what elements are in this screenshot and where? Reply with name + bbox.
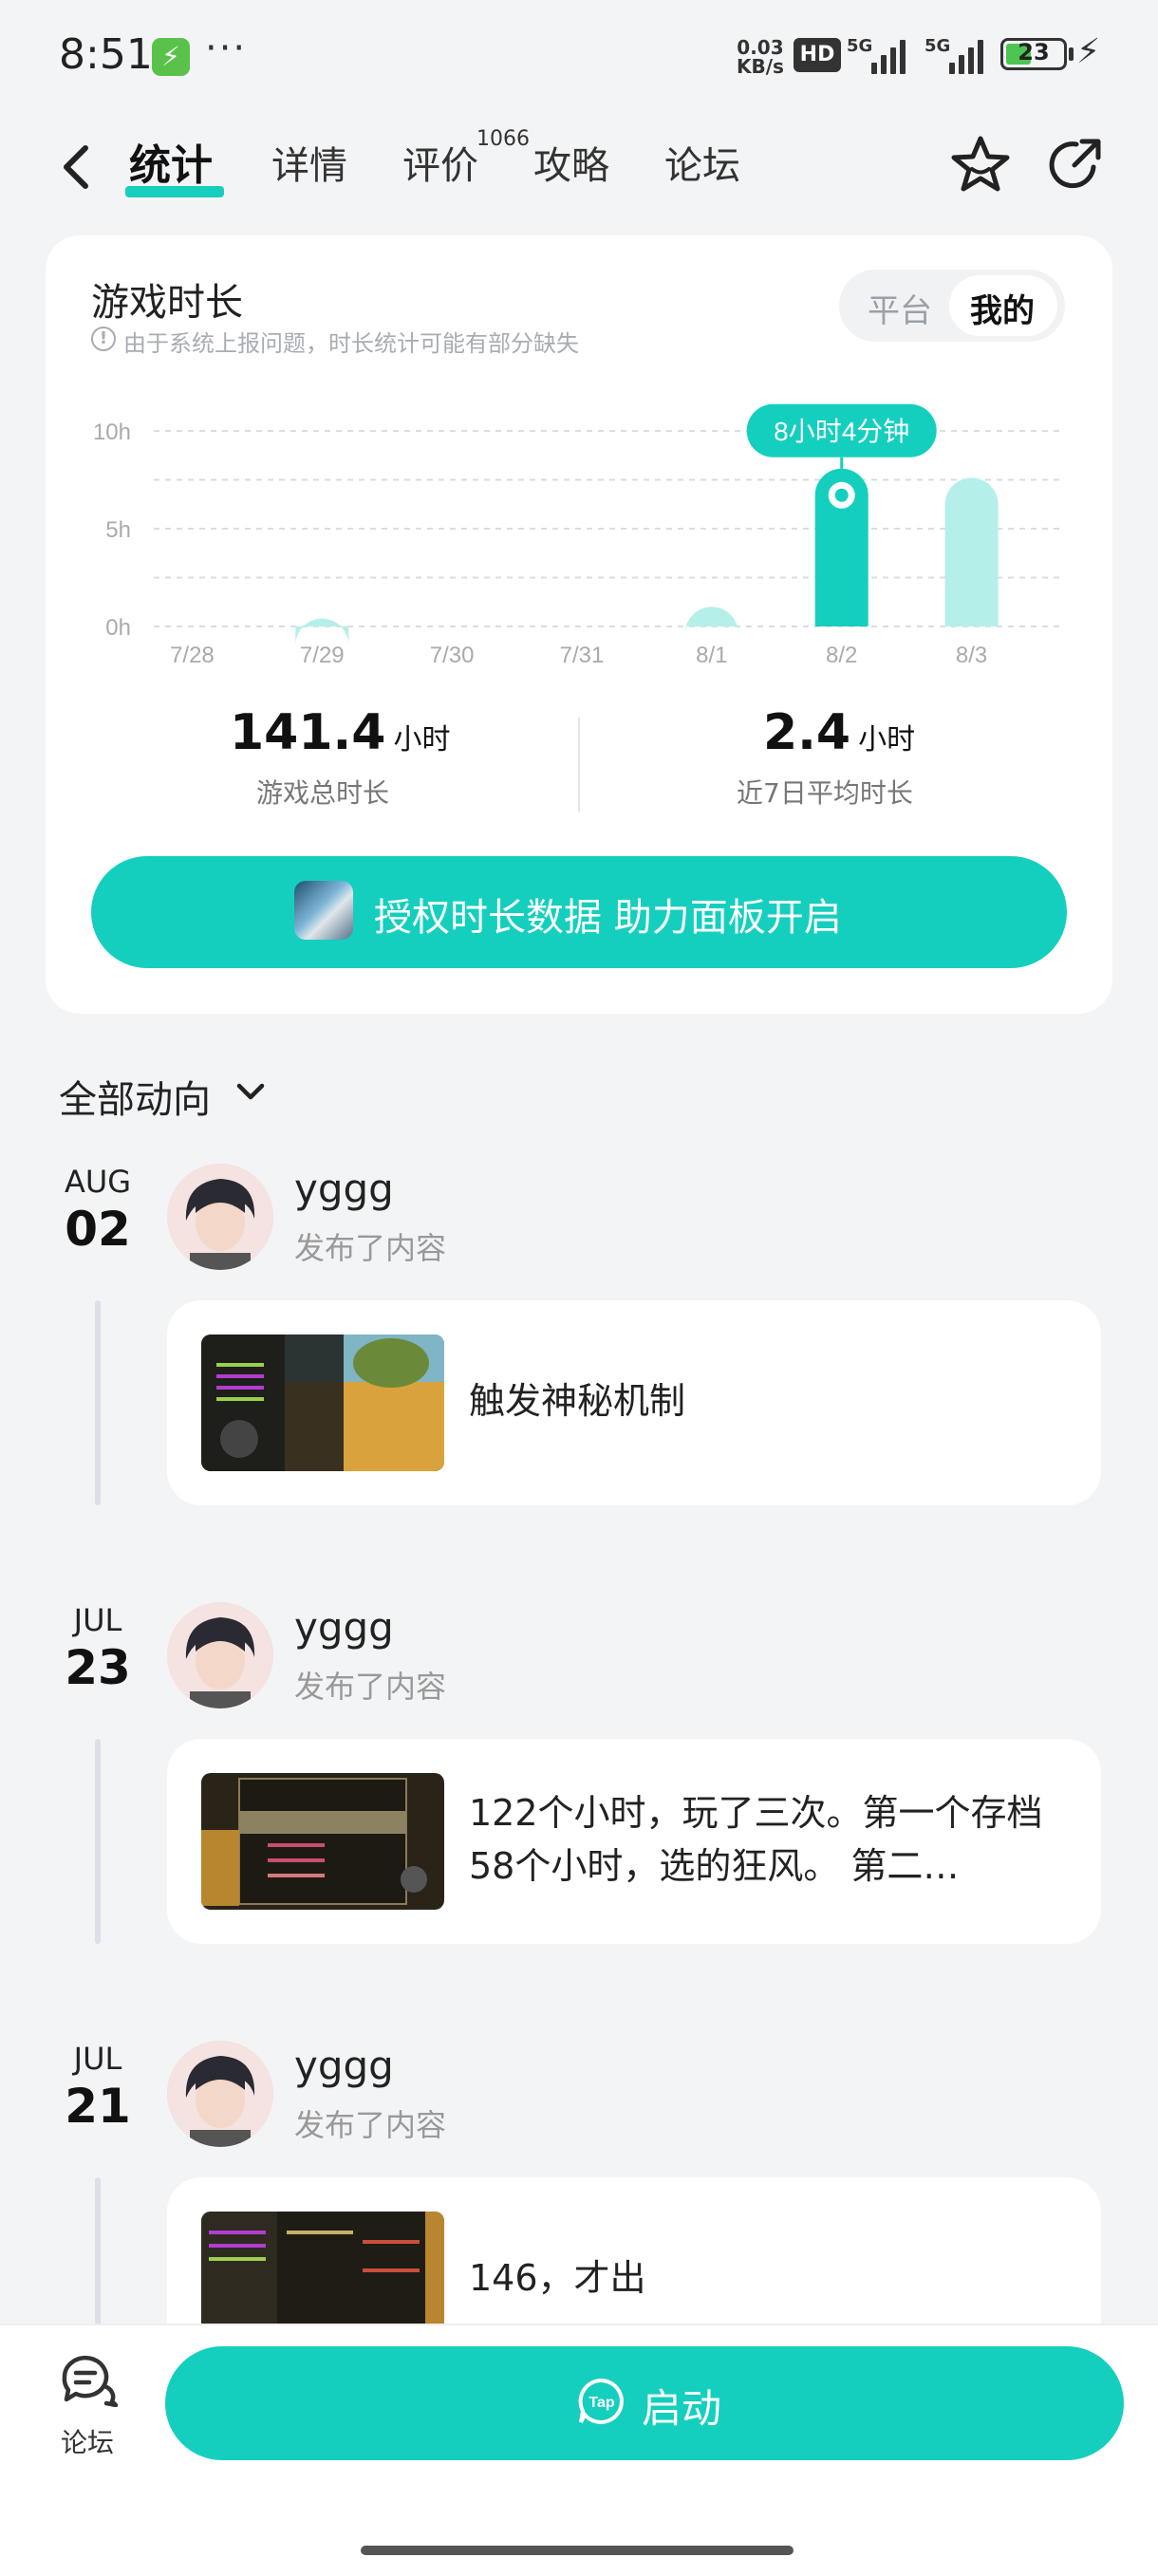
x-tick-label: 7/29 [300, 643, 345, 668]
signal-icon: 5G [847, 36, 907, 74]
timeline-line [95, 1739, 101, 1944]
total-playtime: 141.4 小时 [230, 704, 450, 761]
game-icon [294, 881, 353, 940]
avatar[interactable] [167, 1164, 273, 1270]
action-text: 发布了内容 [294, 1669, 447, 1705]
authorize-button-label: 授权时长数据 助力面板开启 [374, 896, 842, 940]
signal-label-2: 5G [925, 36, 951, 56]
timeline-line [95, 2177, 101, 2329]
playtime-note: 由于系统上报问题，时长统计可能有部分缺失 [123, 330, 579, 357]
battery-level: 23 [1018, 39, 1050, 65]
post-thumbnail [201, 1773, 444, 1910]
timeline-line [95, 1300, 101, 1505]
home-indicator[interactable] [361, 2546, 794, 2555]
forum-icon[interactable] [57, 2352, 120, 2408]
avatar[interactable] [167, 1602, 273, 1708]
favorite-star-icon[interactable] [949, 133, 1012, 196]
hd-icon: HD [794, 38, 841, 72]
segment-mine[interactable]: 我的 [970, 285, 1035, 331]
post-thumbnail [201, 1335, 444, 1471]
x-tick-label: 8/3 [956, 643, 987, 668]
tab-guides[interactable]: 攻略 [533, 138, 609, 195]
tooltip-text: 8小时4分钟 [774, 417, 909, 446]
bar-marker-dot [834, 488, 849, 502]
playtime-title: 游戏时长 [91, 281, 243, 325]
chart-bar [684, 607, 738, 634]
entry-day: 23 [65, 1640, 131, 1695]
battery-tip [1069, 47, 1074, 61]
post-text: 触发神秘机制 [469, 1380, 686, 1422]
back-icon[interactable] [57, 140, 95, 203]
tab-reviews[interactable]: 评价 [402, 138, 478, 195]
stats-divider [578, 718, 580, 812]
net-speed-unit: KB/s [737, 55, 784, 78]
avg-playtime: 2.4 小时 [763, 704, 915, 761]
y-tick-label: 0h [105, 615, 131, 641]
x-tick-label: 8/1 [696, 643, 727, 668]
net-speed-value: 0.03 [737, 36, 784, 59]
y-tick-label: 5h [105, 517, 131, 543]
action-text: 发布了内容 [294, 1230, 447, 1266]
x-tick-label: 7/31 [560, 643, 605, 668]
signal-label: 5G [847, 36, 873, 56]
avg-playtime-value: 2.4 [763, 704, 851, 761]
status-bar: 8:51 ⚡ ··· 0.03 KB/s HD 5G 5G 23 ⚡ [0, 0, 1158, 114]
avg-playtime-unit: 小时 [858, 723, 916, 756]
feed-filter[interactable]: 全部动向 [59, 1069, 211, 1124]
entry-day: 21 [65, 2079, 131, 2134]
battery-icon: 23 [1000, 38, 1067, 70]
charging-icon: ⚡ [1076, 32, 1101, 71]
total-playtime-value: 141.4 [230, 704, 386, 761]
chevron-down-icon[interactable] [232, 1073, 270, 1119]
tab-forum[interactable]: 论坛 [664, 138, 740, 195]
signal-icon-2: 5G [925, 36, 991, 74]
action-text: 发布了内容 [294, 2107, 447, 2143]
entry-day: 02 [65, 1202, 131, 1257]
entry-month: JUL [73, 1602, 122, 1638]
charging-app-icon: ⚡ [152, 38, 190, 76]
post-text: 122个小时，玩了三次。第一个存档58个小时，选的狂风。 第二… [469, 1792, 1043, 1887]
avatar[interactable] [167, 2041, 273, 2147]
share-icon[interactable] [1044, 133, 1107, 196]
tap-logo-icon: Tap [577, 2377, 626, 2426]
status-time: 8:51 [59, 30, 153, 79]
info-icon: ! [91, 327, 116, 351]
avg-playtime-label: 近7日平均时长 [737, 777, 913, 809]
tab-details[interactable]: 详情 [271, 138, 347, 195]
entry-month: JUL [73, 2041, 122, 2077]
forum-label[interactable]: 论坛 [61, 2422, 114, 2460]
total-playtime-label: 游戏总时长 [256, 777, 390, 809]
review-count-badge: 1066 [476, 127, 530, 151]
entry-month: AUG [64, 1164, 132, 1200]
segment-platform[interactable]: 平台 [868, 285, 932, 331]
post-text: 146，才出 [469, 2257, 646, 2299]
x-tick-label: 7/28 [170, 643, 215, 668]
username[interactable]: yggg [294, 1604, 394, 1651]
launch-label: 启动 [642, 2385, 722, 2432]
more-notifications-icon: ··· [205, 27, 248, 70]
tab-active-indicator [125, 186, 224, 197]
chart-bar [944, 477, 999, 626]
playtime-chart: 10h 5h 0h 7/28 7/29 7/30 7/31 8/1 8小时4分钟 8/2 8/3 [93, 403, 1063, 668]
username[interactable]: yggg [294, 1166, 394, 1212]
x-tick-label: 8/2 [826, 643, 857, 668]
chart-bar [295, 618, 349, 645]
tap-logo-text: Tap [588, 2395, 614, 2411]
username[interactable]: yggg [294, 2043, 394, 2089]
y-tick-label: 10h [93, 420, 131, 445]
total-playtime-unit: 小时 [393, 723, 451, 756]
net-speed: 0.03 KB/s [737, 38, 784, 76]
x-tick-label: 7/30 [430, 643, 475, 668]
